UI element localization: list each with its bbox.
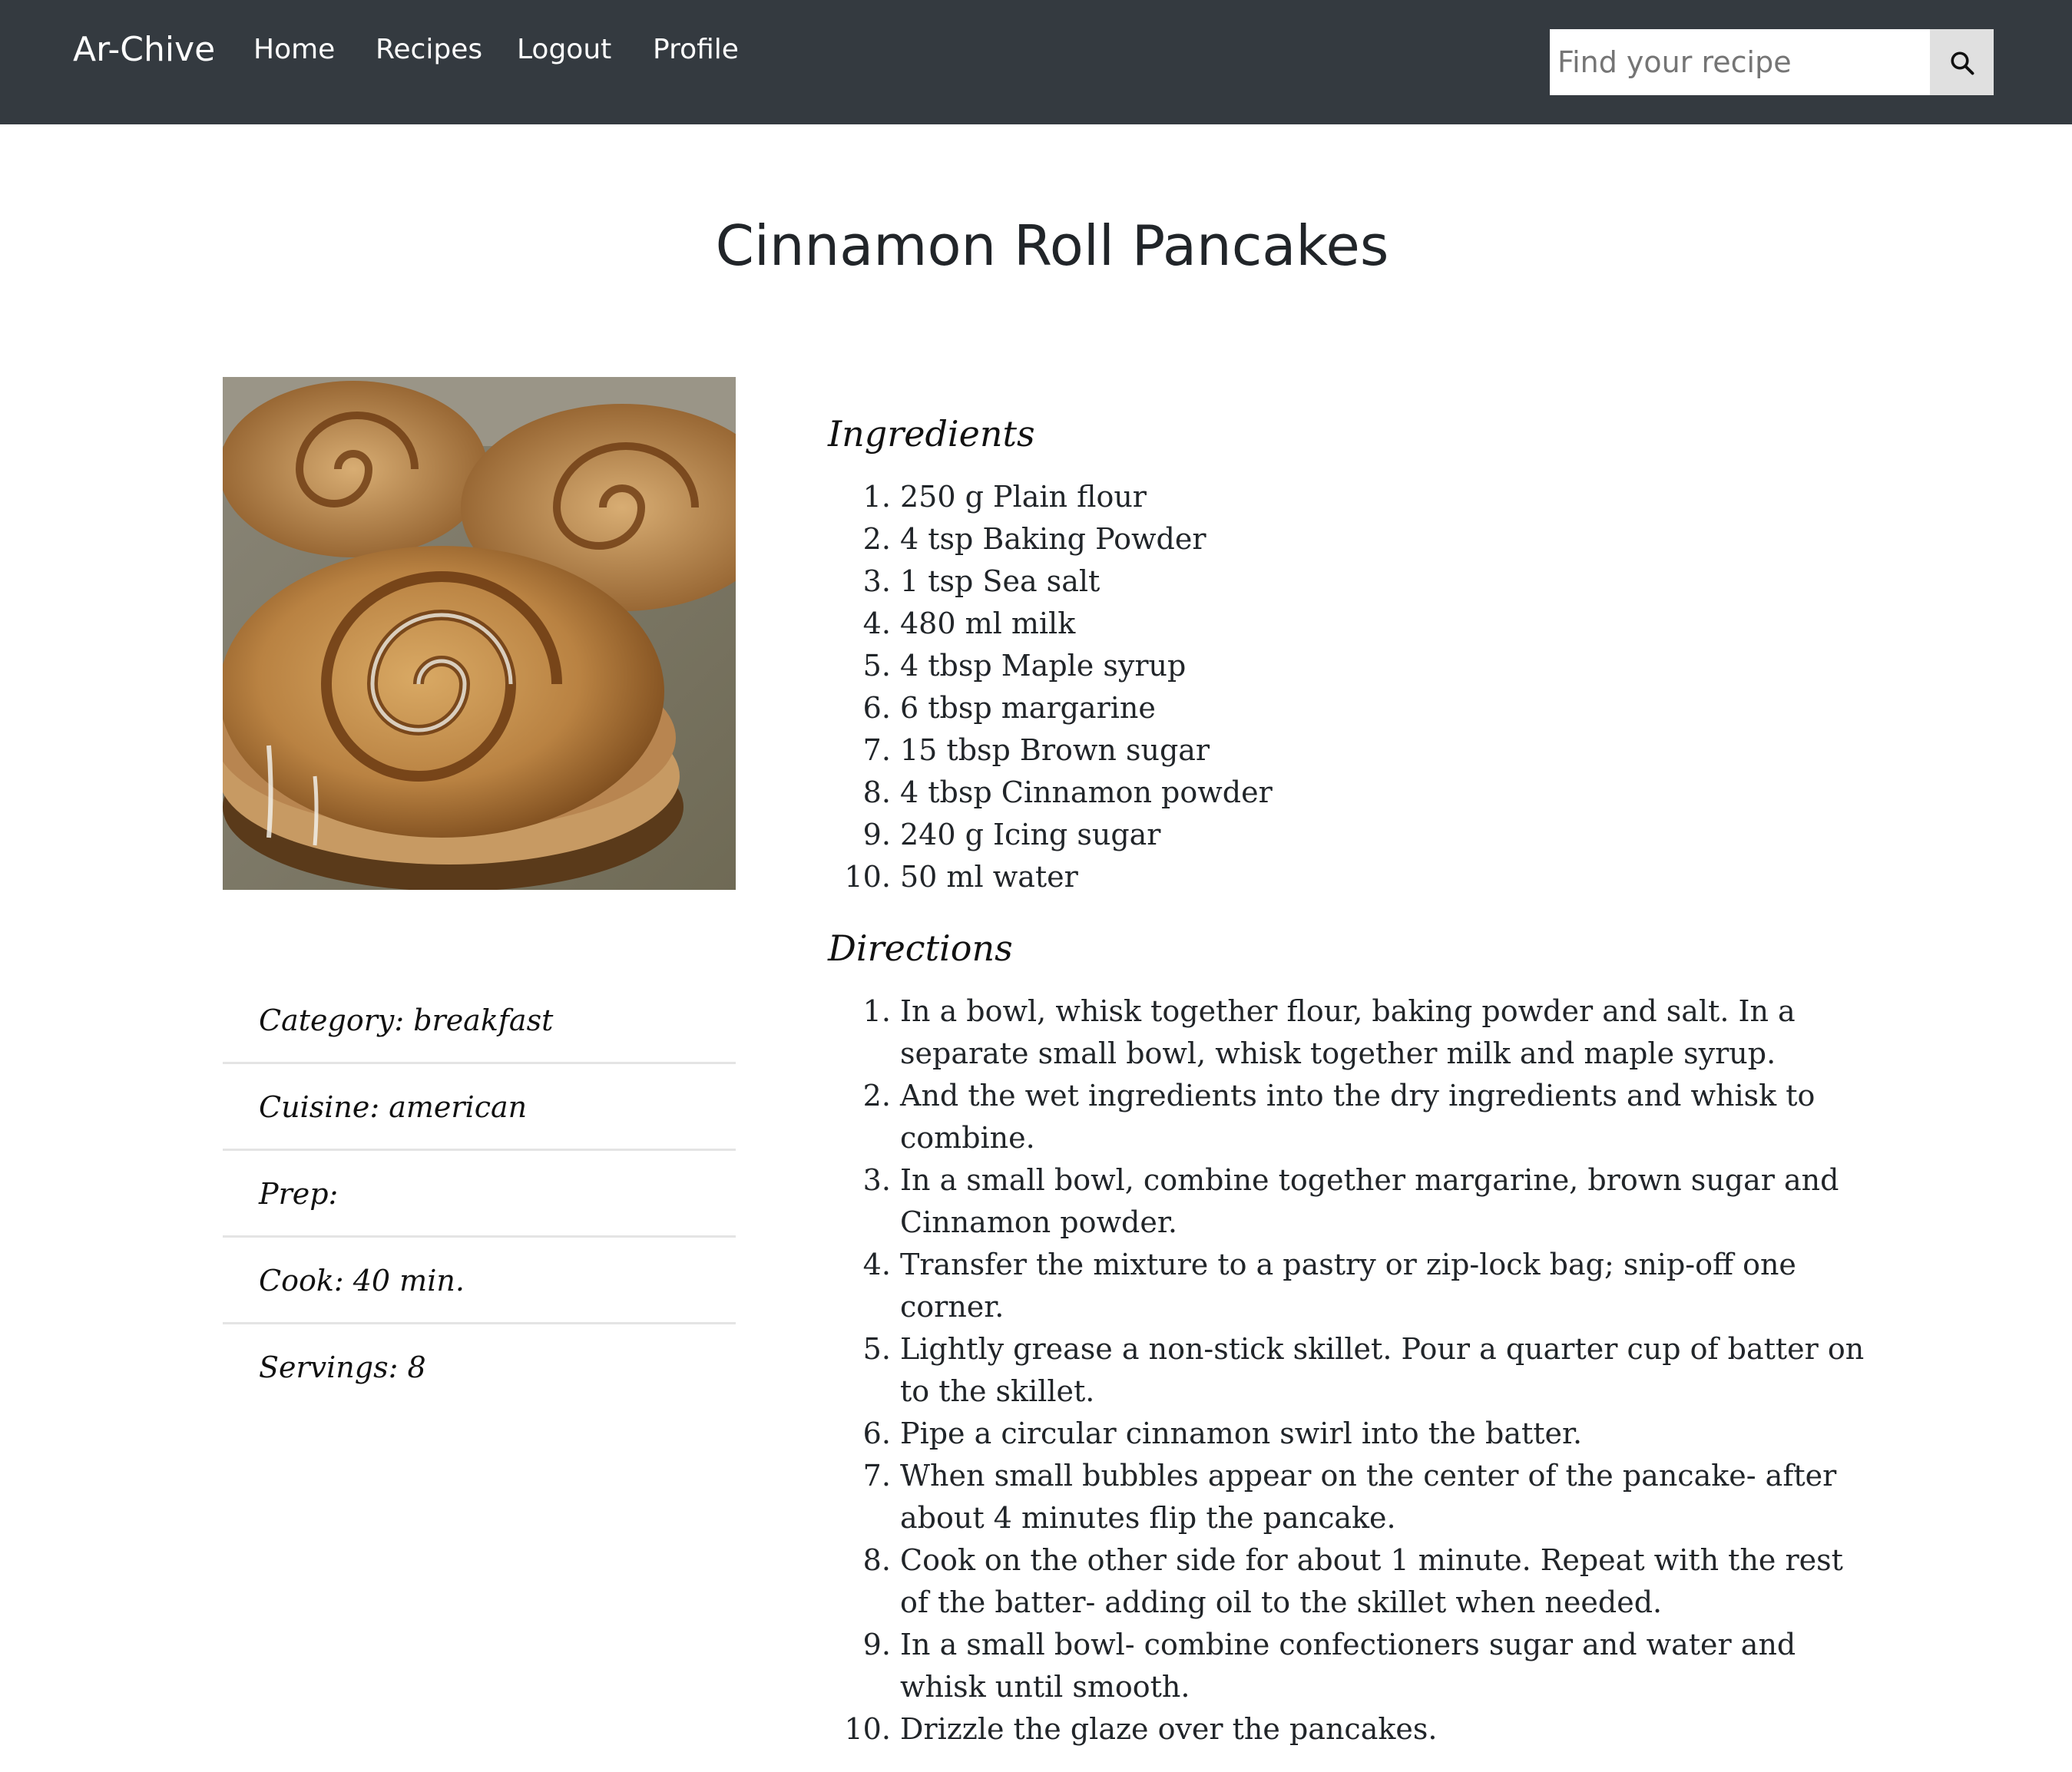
brand-logo[interactable]: Ar-Chive [73,23,215,77]
recipe-prep-time: Prep: [223,1151,736,1238]
ingredient-item: 15 tbsp Brown sugar [900,729,1898,772]
nav-link-logout[interactable]: Logout [517,25,611,75]
ingredients-heading: Ingredients [828,413,1035,455]
navbar: Ar-Chive Home Recipes Logout Profile [0,0,2072,124]
direction-step: And the wet ingredients into the dry ing… [900,1075,1868,1159]
ingredient-item: 240 g Icing sugar [900,814,1898,856]
recipe-cuisine: Cuisine: american [223,1064,736,1151]
direction-step: Pipe a circular cinnamon swirl into the … [900,1413,1868,1455]
direction-step: Transfer the mixture to a pastry or zip-… [900,1244,1868,1328]
direction-step: In a bowl, whisk together flour, baking … [900,990,1868,1075]
nav-link-recipes[interactable]: Recipes [376,25,482,75]
recipe-title: Cinnamon Roll Pancakes [715,213,1389,278]
ingredient-item: 4 tsp Baking Powder [900,518,1898,560]
ingredient-item: 6 tbsp margarine [900,687,1898,729]
ingredient-item: 250 g Plain flour [900,476,1898,518]
search-button[interactable] [1930,29,1994,95]
direction-step: Lightly grease a non-stick skillet. Pour… [900,1328,1868,1413]
ingredient-item: 4 tbsp Cinnamon powder [900,772,1898,814]
recipe-image [223,377,736,890]
direction-step: Drizzle the glaze over the pancakes. [900,1708,1868,1751]
search-icon [1951,51,1974,75]
directions-list: In a bowl, whisk together flour, baking … [900,990,1868,1751]
direction-step: When small bubbles appear on the center … [900,1455,1868,1539]
recipe-servings: Servings: 8 [259,1350,426,1384]
ingredient-item: 480 ml milk [900,603,1898,645]
direction-step: In a small bowl, combine together margar… [900,1159,1868,1244]
direction-step: In a small bowl- combine confectioners s… [900,1624,1868,1708]
direction-step: Cook on the other side for about 1 minut… [900,1539,1868,1624]
ingredient-item: 1 tsp Sea salt [900,560,1898,603]
ingredient-item: 50 ml water [900,856,1898,898]
search-input[interactable] [1550,29,1930,95]
recipe-cook-time: Cook: 40 min. [223,1238,736,1324]
nav-link-profile[interactable]: Profile [653,25,739,75]
ingredient-item: 4 tbsp Maple syrup [900,645,1898,687]
directions-heading: Directions [828,927,1013,969]
nav-link-home[interactable]: Home [253,25,335,75]
recipe-info-list: Category: breakfast Cuisine: american Pr… [223,977,736,1411]
ingredients-list: 250 g Plain flour 4 tsp Baking Powder 1 … [900,476,1898,898]
recipe-category: Category: breakfast [223,977,736,1064]
